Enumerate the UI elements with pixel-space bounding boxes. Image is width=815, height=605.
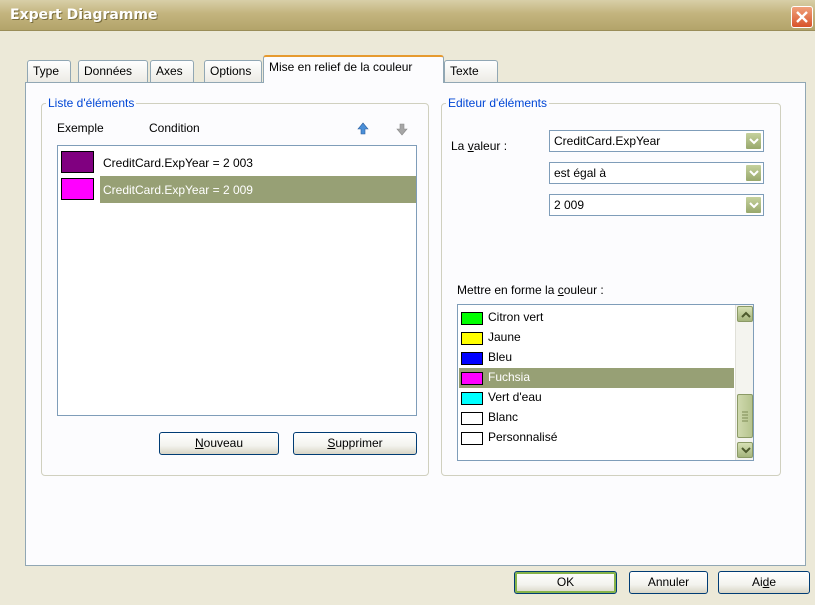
color-option[interactable]: Personnalisé <box>459 428 734 448</box>
color-option-selected[interactable]: Fuchsia <box>459 368 734 388</box>
new-button[interactable]: Nouveau <box>159 432 279 455</box>
color-swatch <box>461 352 483 365</box>
color-swatch <box>461 392 483 405</box>
color-label-pre: Mettre en forme la <box>457 283 558 297</box>
tab-axes[interactable]: Axes <box>150 60 194 82</box>
column-header-example: Exemple <box>57 121 104 135</box>
color-label-rest: ouleur : <box>563 283 604 297</box>
chevron-down-icon[interactable] <box>745 196 762 214</box>
color-list-scrollbar[interactable] <box>735 305 753 460</box>
cancel-button-label: Annuler <box>647 575 690 589</box>
color-name: Vert d'eau <box>488 390 542 404</box>
color-label: Mettre en forme la couleur : <box>457 283 604 297</box>
delete-button[interactable]: Supprimer <box>293 432 417 455</box>
color-list[interactable]: Citron vert Jaune Bleu Fuchsia Vert d'ea… <box>457 304 754 461</box>
new-button-label: ouveau <box>203 436 244 450</box>
color-name: Personnalisé <box>488 430 558 444</box>
scroll-up-button[interactable] <box>737 306 753 322</box>
value-label: La valeur : <box>451 139 507 153</box>
tab-options[interactable]: Options <box>204 60 262 82</box>
color-swatch <box>461 432 483 445</box>
new-button-accesskey: N <box>194 436 204 450</box>
tab-texte[interactable]: Texte <box>444 60 498 82</box>
title-bar: Expert Diagramme <box>0 0 815 31</box>
chevron-down-icon[interactable] <box>745 164 762 182</box>
chevron-down-icon[interactable] <box>745 132 762 150</box>
editor-group-legend: Editeur d'éléments <box>448 96 548 110</box>
tab-donnees[interactable]: Données <box>78 60 148 82</box>
scroll-down-button[interactable] <box>737 442 753 458</box>
comparison-value: 2 009 <box>554 198 585 212</box>
item-color-swatch <box>61 178 94 200</box>
color-option[interactable]: Bleu <box>459 348 734 368</box>
color-swatch <box>461 312 483 325</box>
tab-options-label: Options <box>210 64 252 78</box>
tab-color-highlight-label: Mise en relief de la couleur <box>269 60 413 74</box>
scroll-thumb[interactable] <box>737 394 753 438</box>
color-option[interactable]: Blanc <box>459 408 734 428</box>
value-label-pre: La <box>451 139 468 153</box>
help-button-label: Ai <box>751 575 763 589</box>
field-combo[interactable]: CreditCard.ExpYear <box>549 130 764 152</box>
color-option[interactable]: Jaune <box>459 328 734 348</box>
items-group-legend: Liste d'éléments <box>48 96 135 110</box>
value-label-rest: aleur : <box>473 139 508 153</box>
column-header-condition: Condition <box>149 121 200 135</box>
color-name: Blanc <box>488 410 519 424</box>
help-button[interactable]: Aide <box>718 571 810 594</box>
field-combo-value: CreditCard.ExpYear <box>554 134 661 148</box>
items-list[interactable]: CreditCard.ExpYear = 2 003 CreditCard.Ex… <box>57 145 417 416</box>
move-down-button[interactable] <box>394 121 410 137</box>
tab-type[interactable]: Type <box>27 60 71 82</box>
ok-button-label: OK <box>556 575 575 589</box>
ok-button[interactable]: OK <box>514 571 617 594</box>
chevron-up-icon <box>741 311 751 318</box>
color-name: Bleu <box>488 350 513 364</box>
tab-axes-label: Axes <box>156 64 183 78</box>
tab-donnees-label: Données <box>84 64 133 78</box>
color-swatch <box>461 332 483 345</box>
help-button-label-rest: e <box>769 575 777 589</box>
color-swatch <box>461 412 483 425</box>
delete-button-label: upprimer <box>335 436 383 450</box>
cancel-button[interactable]: Annuler <box>629 571 708 594</box>
color-name: Fuchsia <box>488 370 531 384</box>
item-color-swatch <box>61 151 94 173</box>
window-title: Expert Diagramme <box>10 7 158 23</box>
chevron-down-icon <box>741 447 751 454</box>
selection-highlight: CreditCard.ExpYear = 2 009 <box>100 176 416 203</box>
item-condition: CreditCard.ExpYear = 2 009 <box>103 183 253 197</box>
color-swatch <box>461 372 483 385</box>
close-button[interactable] <box>791 6 813 28</box>
close-icon <box>796 11 808 23</box>
color-name: Citron vert <box>488 310 544 324</box>
tab-color-highlight[interactable]: Mise en relief de la couleur <box>263 55 444 83</box>
tab-type-label: Type <box>33 64 60 78</box>
tab-texte-label: Texte <box>450 64 479 78</box>
arrow-up-icon <box>357 122 369 135</box>
item-condition: CreditCard.ExpYear = 2 003 <box>103 156 253 170</box>
comparison-value-combo[interactable]: 2 009 <box>549 194 764 216</box>
arrow-down-icon <box>396 123 408 136</box>
list-item-selected[interactable]: CreditCard.ExpYear = 2 009 <box>58 176 416 204</box>
move-up-button[interactable] <box>355 121 371 137</box>
color-name: Jaune <box>488 330 521 344</box>
operator-combo[interactable]: est égal à <box>549 162 764 184</box>
color-option[interactable]: Citron vert <box>459 308 734 328</box>
list-item[interactable]: CreditCard.ExpYear = 2 003 <box>58 148 416 176</box>
operator-combo-value: est égal à <box>554 166 607 180</box>
color-option[interactable]: Vert d'eau <box>459 388 734 408</box>
